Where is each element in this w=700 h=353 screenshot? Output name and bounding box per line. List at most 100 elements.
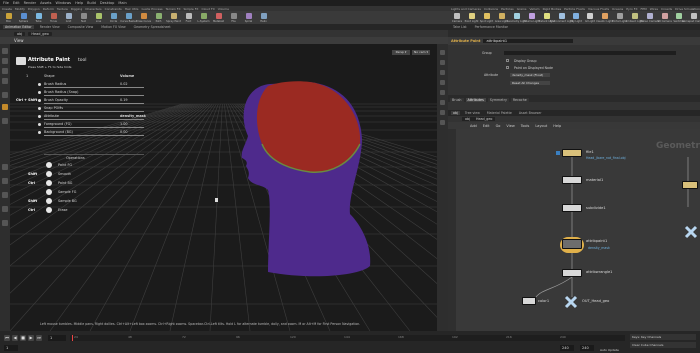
network-editor[interactable]: Geometry file1 Head_(bare_not_final.obj …: [456, 129, 700, 331]
shelf-tool-9[interactable]: Draw Curve: [136, 11, 151, 24]
shelf-tab-11[interactable]: Simple FX: [184, 7, 199, 11]
first-frame-button[interactable]: ⏮: [4, 335, 10, 341]
menu-build[interactable]: Build: [87, 1, 96, 5]
shelf-tab-right-10[interactable]: FEM: [641, 7, 647, 11]
net-path-node[interactable]: Head_geo: [473, 117, 496, 121]
shelf-tool-7[interactable]: Circle: [107, 11, 120, 24]
shelf-tool-right-11[interactable]: Portal Light: [612, 11, 627, 24]
shelf-tool-right-5[interactable]: Volume Light: [523, 11, 540, 24]
node-offscreen-out[interactable]: [684, 225, 698, 239]
menu-render[interactable]: Render: [24, 1, 36, 5]
tab-tree-view[interactable]: Tree view: [463, 111, 482, 115]
start-frame-field[interactable]: 1: [4, 345, 18, 351]
shelf-tab-right-2[interactable]: Particles: [501, 7, 514, 11]
shelf-tab-1[interactable]: Modify: [15, 7, 25, 11]
stop-button[interactable]: ■: [20, 335, 26, 341]
shelf-tab-5[interactable]: Rigging: [71, 7, 82, 11]
snap-icon[interactable]: [2, 164, 8, 170]
shelf-tab-12[interactable]: Cloud FX: [201, 7, 214, 11]
shelf-tab-right-4[interactable]: Vellum: [529, 7, 539, 11]
path-node[interactable]: Head_geo: [28, 31, 52, 36]
shelf-tool-right-8[interactable]: Sky Light: [570, 11, 582, 24]
shelf-tab-right-12[interactable]: Crowds: [661, 7, 672, 11]
move-tool-icon[interactable]: [2, 58, 8, 64]
shelf-tool-right-0[interactable]: Camera: [451, 11, 463, 24]
normals-icon[interactable]: [440, 90, 445, 95]
node-file1[interactable]: [562, 149, 582, 157]
shelf-tab-right-3[interactable]: Grains: [517, 7, 527, 11]
shelf-tool-4[interactable]: Grid: [62, 11, 75, 24]
node-name-field[interactable]: attribpaint1: [483, 39, 574, 43]
magnet-icon[interactable]: [2, 178, 8, 184]
tab-take-list[interactable]: Take List: [451, 25, 469, 29]
network-menu-help[interactable]: Help: [553, 124, 561, 128]
shelf-tool-right-9[interactable]: GI Light: [584, 11, 596, 24]
network-menu-add[interactable]: Add: [470, 124, 477, 128]
path-obj[interactable]: obj: [14, 31, 26, 36]
grid-icon[interactable]: [2, 192, 8, 198]
node-subdivide1[interactable]: [562, 204, 582, 212]
shelf-tab-8[interactable]: Hair Utils: [125, 7, 139, 11]
shelf-tool-right-16[interactable]: Gamepad Camera: [682, 11, 700, 24]
shelf-tool-0[interactable]: Box: [2, 11, 15, 24]
network-menu-layout[interactable]: Layout: [535, 124, 547, 128]
view-tool-icon[interactable]: [2, 118, 8, 124]
shelf-tab-right-13[interactable]: Drive Simulation: [675, 7, 700, 11]
shelf-tool-11[interactable]: Spray Paint: [166, 11, 181, 24]
shelf-tab-right-5[interactable]: Rigid Bodies: [543, 7, 562, 11]
node-offscreen-a[interactable]: [682, 181, 698, 189]
shelf-tool-right-13[interactable]: Stereo Camera: [640, 11, 659, 24]
shelf-tool-14[interactable]: Metaball: [212, 11, 225, 24]
shelf-tool-right-1[interactable]: Point Light: [465, 11, 478, 24]
shelf-tool-right-2[interactable]: Spot Light: [480, 11, 493, 24]
playhead[interactable]: [72, 335, 73, 341]
play-button[interactable]: ▶: [28, 335, 34, 341]
keys-channel-button[interactable]: Keys: Key Channels: [630, 334, 696, 340]
menu-help[interactable]: Help: [75, 1, 83, 5]
pane-tab-2[interactable]: Composite View: [66, 25, 96, 29]
network-menu-edit[interactable]: Edit: [483, 124, 490, 128]
timeline-ruler[interactable]: 24 48 72 96 120 144 168 192 216 240: [70, 335, 625, 341]
handle-tool-icon[interactable]: [2, 92, 8, 98]
attribute-select[interactable]: density_mask (Float): [510, 73, 550, 77]
shelf-tool-right-14[interactable]: VR Camera: [657, 11, 672, 24]
background-icon[interactable]: [440, 120, 445, 125]
shelf-tab-right-8[interactable]: Oceans: [612, 7, 623, 11]
shelf-tab-3[interactable]: Deform: [43, 7, 54, 11]
group-field[interactable]: [504, 51, 676, 55]
shelf-tool-8[interactable]: Curve Bezier: [120, 11, 137, 24]
points-icon[interactable]: [440, 80, 445, 85]
reset-all-button[interactable]: Reset All Changes: [510, 81, 550, 85]
shelf-tool-3[interactable]: Torus: [47, 11, 60, 24]
shelf-tab-right-6[interactable]: Particle Fluids: [564, 7, 585, 11]
menu-assets[interactable]: Assets: [40, 1, 51, 5]
shelf-tab-right-0[interactable]: Lights and Cameras: [451, 7, 481, 11]
node-attribpaint1[interactable]: [562, 239, 582, 249]
shelf-tool-2[interactable]: Tube: [32, 11, 45, 24]
shelf-tool-16[interactable]: Spiral: [242, 11, 255, 24]
shelf-tool-6[interactable]: Line: [92, 11, 105, 24]
network-menu-view[interactable]: View: [506, 124, 514, 128]
auto-update-label[interactable]: Auto Update: [600, 348, 626, 353]
network-menu-go[interactable]: Go: [496, 124, 501, 128]
shelf-tab-4[interactable]: Texture: [57, 7, 68, 11]
shelf-tab-2[interactable]: Polygon: [28, 7, 40, 11]
select-tool-icon[interactable]: [2, 48, 8, 54]
node-out-head-geo[interactable]: [564, 295, 578, 309]
shelf-tool-17[interactable]: Helix: [257, 11, 270, 24]
current-frame-field[interactable]: 1: [48, 335, 66, 341]
shelf-tool-5[interactable]: Null: [77, 11, 90, 24]
display-options-icon[interactable]: [440, 50, 445, 55]
display-group-checkbox[interactable]: [506, 59, 509, 62]
menu-edit[interactable]: Edit: [13, 1, 20, 5]
uv-icon[interactable]: [440, 100, 445, 105]
menu-windows[interactable]: Windows: [56, 1, 72, 5]
net-path-obj[interactable]: obj: [462, 117, 474, 121]
shelf-tool-1[interactable]: Sphere: [17, 11, 30, 24]
paint-tool-icon[interactable]: [2, 104, 8, 110]
shelf-tab-10[interactable]: Terrain FX: [166, 7, 181, 11]
shelf-tab-9[interactable]: Guide Process: [141, 7, 162, 11]
shelf-tool-10[interactable]: Path: [152, 11, 165, 24]
shelf-tool-13[interactable]: L-System: [197, 11, 210, 24]
shelf-tool-right-10[interactable]: Caustic Light: [596, 11, 613, 24]
